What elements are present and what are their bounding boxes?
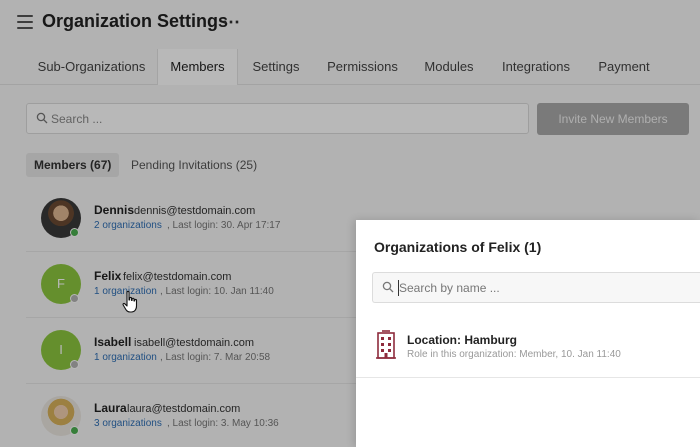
building-icon — [376, 330, 396, 359]
organization-search-box — [372, 272, 700, 303]
organization-item[interactable]: Location: Hamburg Role in this organizat… — [356, 318, 700, 378]
organization-role: Role in this organization: Member, 10. J… — [407, 349, 621, 360]
panel-title: Organizations of Felix (1) — [374, 239, 542, 255]
organization-name: Location: Hamburg — [407, 333, 517, 347]
search-icon — [382, 281, 394, 293]
organization-search-input[interactable] — [399, 273, 699, 302]
hand-pointer-icon — [122, 290, 138, 313]
organizations-panel: Organizations of Felix (1) Location: Ham… — [356, 220, 700, 447]
